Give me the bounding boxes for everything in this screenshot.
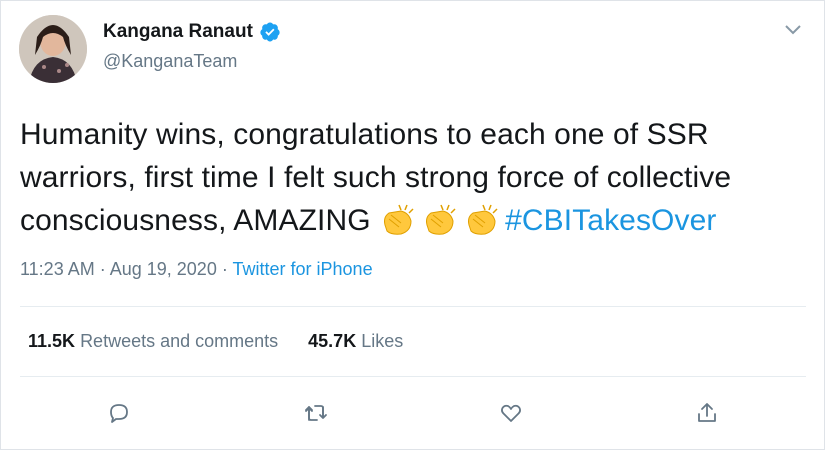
clapping-hands-emoji-icon bbox=[463, 203, 503, 237]
verified-badge-icon bbox=[259, 21, 281, 43]
author-handle[interactable]: @KanganaTeam bbox=[103, 51, 237, 72]
tweet-time[interactable]: 11:23 AM bbox=[20, 259, 95, 279]
tweet-text: Humanity wins, congratulations to each o… bbox=[20, 113, 810, 242]
likes-label: Likes bbox=[361, 331, 404, 351]
tweet-source-link[interactable]: Twitter for iPhone bbox=[233, 259, 373, 279]
meta-separator: · bbox=[216, 259, 233, 279]
hashtag-link[interactable]: #CBITakesOver bbox=[505, 204, 716, 237]
likes-stat[interactable]: 45.7K Likes bbox=[308, 331, 403, 352]
reply-icon[interactable] bbox=[99, 393, 139, 433]
chevron-down-icon[interactable] bbox=[783, 23, 803, 37]
like-icon[interactable] bbox=[491, 393, 531, 433]
tweet-actions bbox=[1, 393, 825, 433]
tweet-stats: 11.5K Retweets and comments 45.7K Likes bbox=[28, 331, 403, 352]
avatar[interactable] bbox=[19, 15, 87, 83]
avatar-image bbox=[19, 15, 87, 83]
tweet-date[interactable]: Aug 19, 2020 bbox=[110, 259, 217, 279]
share-icon[interactable] bbox=[687, 393, 727, 433]
divider bbox=[20, 306, 806, 307]
author-name-row[interactable]: Kangana Ranaut bbox=[103, 21, 281, 43]
tweet-card: Kangana Ranaut @KanganaTeam Humanity win… bbox=[0, 0, 825, 450]
clapping-hands-emoji-icon bbox=[421, 203, 461, 237]
retweets-stat[interactable]: 11.5K Retweets and comments bbox=[28, 331, 278, 352]
retweets-count: 11.5K bbox=[28, 331, 76, 351]
likes-count: 45.7K bbox=[308, 331, 357, 351]
tweet-meta: 11:23 AM · Aug 19, 2020 · Twitter for iP… bbox=[20, 259, 373, 280]
retweets-label: Retweets and comments bbox=[80, 331, 279, 351]
retweet-icon[interactable] bbox=[296, 393, 336, 433]
clapping-hands-emoji-icon bbox=[379, 203, 419, 237]
divider bbox=[20, 376, 806, 377]
meta-separator: · bbox=[94, 259, 110, 279]
author-display-name[interactable]: Kangana Ranaut bbox=[103, 21, 253, 43]
